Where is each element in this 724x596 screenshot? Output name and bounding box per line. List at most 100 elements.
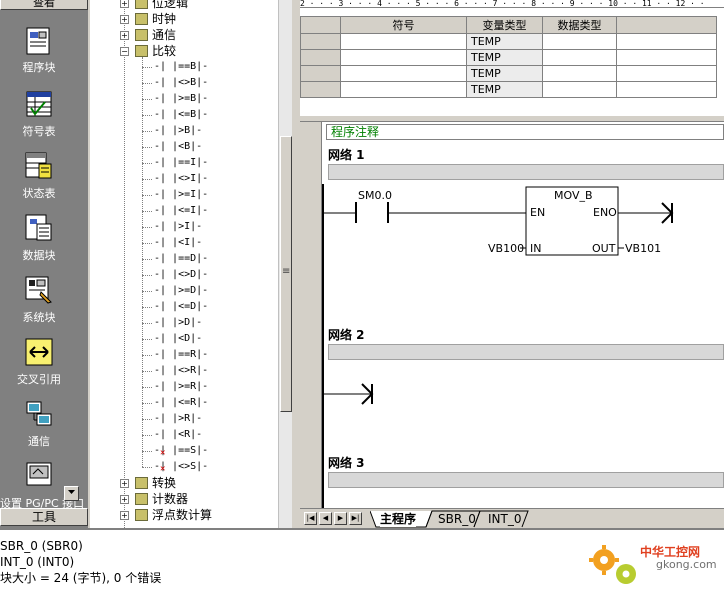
expand-icon[interactable]: + (120, 495, 129, 504)
tree-instruction-compare[interactable]: -| |>=D|- (154, 283, 208, 299)
tab-next-button[interactable]: ▶ (334, 512, 347, 525)
tree-instruction-compare[interactable]: -| |>R|- (154, 411, 202, 427)
comment-cell[interactable] (616, 65, 717, 82)
tree-instruction-label: -| |<R|- (154, 429, 203, 440)
nav-item-label: 交叉引用 (17, 373, 61, 386)
comment-cell[interactable] (616, 49, 717, 66)
splitter-grip-icon[interactable]: ≡ (282, 266, 290, 278)
table-row[interactable]: TEMP (300, 49, 717, 66)
data-type-cell[interactable] (542, 49, 617, 66)
nav-item-system-block[interactable]: 系统块 (0, 274, 78, 334)
nav-item-status-table[interactable]: 状态表 (0, 150, 78, 210)
collapse-icon[interactable]: − (120, 47, 129, 56)
symbol-cell[interactable] (340, 65, 467, 82)
tree-line (142, 83, 152, 84)
nav-item-cross-reference[interactable]: 交叉引用 (0, 336, 78, 396)
tree-instruction-compare[interactable]: -| |<=R|- (154, 395, 208, 411)
expand-icon[interactable]: + (120, 511, 129, 520)
comment-cell[interactable] (616, 81, 717, 98)
tree-instruction-compare[interactable]: -| |<I|- (154, 235, 202, 251)
nav-item-program-block[interactable]: 程序块 (0, 24, 78, 84)
tree-folder[interactable]: + 转换 (90, 475, 290, 491)
tree-instruction-compare[interactable]: -| |<D|- (154, 331, 202, 347)
table-row[interactable]: TEMP (300, 65, 717, 82)
out-operand[interactable]: VB101 (625, 242, 661, 255)
tab-last-button[interactable]: ▶| (349, 512, 362, 525)
tree-instruction-compare[interactable]: -| |<>D|- (154, 267, 208, 283)
row-header-cell[interactable] (300, 33, 341, 50)
nav-item-symbol-table[interactable]: 符号表 (0, 88, 78, 148)
var-type-cell[interactable]: TEMP (466, 81, 543, 98)
data-type-cell[interactable] (542, 33, 617, 50)
tree-instruction-compare[interactable]: -| |>=R|- (154, 379, 208, 395)
tree-line (142, 339, 152, 340)
tree-instruction-compare[interactable]: -| |==B|- (154, 59, 208, 75)
symbol-cell[interactable] (340, 33, 467, 50)
tree-folder[interactable]: + 时钟 (90, 11, 290, 27)
tree-instruction-compare[interactable]: -| |<=I|- (154, 203, 208, 219)
tree-instruction-compare[interactable]: ✕ -| |==S|- (154, 443, 208, 459)
table-row[interactable]: TEMP (300, 81, 717, 98)
tree-instruction-compare[interactable]: -| |>D|- (154, 315, 202, 331)
tree-instruction-compare[interactable]: -| |>=B|- (154, 91, 208, 107)
nav-item-data-block[interactable]: 数据块 (0, 212, 78, 272)
tree-instruction-compare[interactable]: -| |==R|- (154, 347, 208, 363)
tree-instruction-compare[interactable]: -| |<=D|- (154, 299, 208, 315)
cross-reference-icon (25, 338, 53, 366)
tree-folder[interactable]: + 位逻辑 (90, 0, 290, 11)
expand-icon[interactable]: + (120, 31, 129, 40)
tree-instruction-compare[interactable]: -| |<>I|- (154, 171, 208, 187)
nav-item-communication[interactable]: 通信 (0, 398, 78, 458)
tree-instruction-compare[interactable]: -| |==D|- (154, 251, 208, 267)
symbol-cell[interactable] (340, 49, 467, 66)
tree-folder[interactable]: + 通信 (90, 27, 290, 43)
tree-instruction-compare[interactable]: -| |<B|- (154, 139, 202, 155)
var-type-cell[interactable]: TEMP (466, 49, 543, 66)
folder-icon (135, 29, 148, 41)
data-type-cell[interactable] (542, 65, 617, 82)
expand-icon[interactable]: + (120, 479, 129, 488)
expand-icon[interactable]: + (120, 0, 129, 8)
var-type-cell[interactable]: TEMP (466, 33, 543, 50)
row-header-cell[interactable] (300, 65, 341, 82)
tree-instruction-compare[interactable]: ✕ -| |<>S|- (154, 459, 208, 475)
tree-instruction-compare[interactable]: -| |<>R|- (154, 363, 208, 379)
tree-instruction-compare[interactable]: -| |<>B|- (154, 75, 208, 91)
tree-instruction-label: -| |==R|- (154, 349, 209, 360)
box-name: MOV_B (554, 189, 593, 202)
tree-instruction-compare[interactable]: -| |==I|- (154, 155, 208, 171)
tree-instruction-compare[interactable]: -| |>I|- (154, 219, 202, 235)
folder-icon (135, 493, 148, 505)
tree-line (142, 163, 152, 164)
tab-prev-button[interactable]: ◀ (319, 512, 332, 525)
tree-folder[interactable]: + 计数器 (90, 491, 290, 507)
comment-cell[interactable] (616, 33, 717, 50)
table-row[interactable]: TEMP (300, 33, 717, 50)
ladder-editor[interactable]: 程序注释 网络 1 网络 2 网络 3 SM0.0 MOV_B EN ENO I… (300, 122, 724, 508)
variable-table: 符号 变量类型 数据类型 TEMP TEMP TEMP TEMP (300, 16, 717, 98)
tree-line (142, 179, 152, 180)
tree-folder[interactable]: + 浮点数计算 (90, 507, 290, 523)
tree-instruction-compare[interactable]: -| |>B|- (154, 123, 202, 139)
var-type-cell[interactable]: TEMP (466, 65, 543, 82)
tab-sbr-0[interactable]: SBR_0 (438, 511, 476, 527)
tree-line (142, 371, 152, 372)
data-type-cell[interactable] (542, 81, 617, 98)
row-header-cell[interactable] (300, 49, 341, 66)
tree-instruction-compare[interactable]: -| |>=I|- (154, 187, 208, 203)
expand-icon[interactable]: + (120, 15, 129, 24)
system-block-icon (25, 276, 52, 304)
symbol-cell[interactable] (340, 81, 467, 98)
panel-splitter[interactable] (292, 0, 300, 528)
tab-main-program[interactable]: 主程序 (380, 511, 417, 527)
tree-instruction-compare[interactable]: -| |<R|- (154, 427, 202, 443)
nav-scroll-down-button[interactable] (64, 486, 79, 501)
tree-folder[interactable]: − 比较 (90, 43, 290, 59)
instruction-tree: + 位逻辑 + 时钟 + 通信 − 比较 -| |==B|- -| |<>B|- -| |>=B|-… (90, 0, 292, 528)
tree-instruction-compare[interactable]: -| |<=B|- (154, 107, 208, 123)
in-operand[interactable]: VB100 (488, 242, 524, 255)
row-header-cell[interactable] (300, 81, 341, 98)
nav-footer-tools[interactable]: 工具 (0, 508, 88, 526)
tab-first-button[interactable]: |◀ (304, 512, 317, 525)
tab-int-0[interactable]: INT_0 (488, 511, 521, 527)
